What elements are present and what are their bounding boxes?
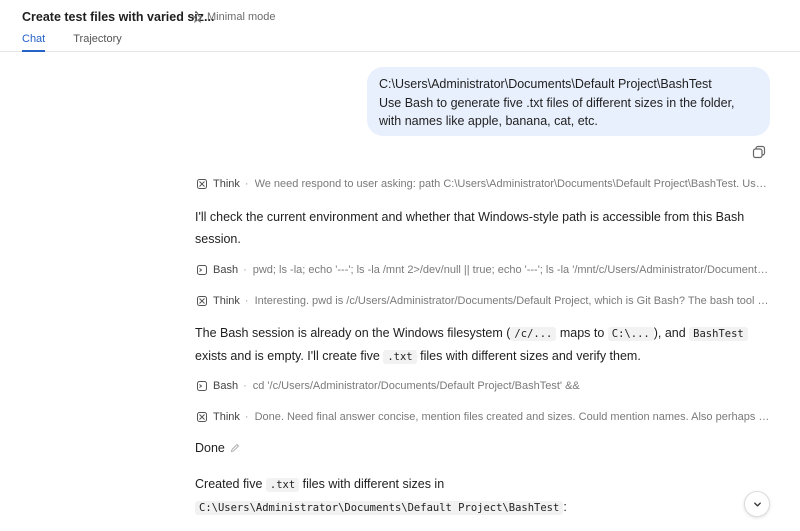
- step-kind: Bash: [213, 380, 239, 392]
- think-icon: [197, 179, 207, 189]
- minimal-mode-label: Minimal mode: [207, 11, 276, 23]
- copy-icon[interactable]: [752, 145, 766, 159]
- step-summary: cd '/c/Users/Administrator/Documents/Def…: [252, 380, 580, 392]
- done-label: Done: [195, 441, 225, 455]
- inline-code: BashTest: [689, 327, 748, 341]
- think-step[interactable]: Think · Done. Need final answer concise,…: [196, 411, 770, 423]
- chevron-down-icon: [753, 501, 761, 507]
- step-kind: Bash: [213, 264, 239, 276]
- conversation-title: Create test files with varied siz...: [22, 10, 215, 24]
- user-message-path: C:\Users\Administrator\Documents\Default…: [379, 77, 712, 91]
- step-summary: Interesting. pwd is /c/Users/Administrat…: [254, 295, 770, 307]
- step-kind: Think: [213, 411, 240, 423]
- think-step[interactable]: Think · Interesting. pwd is /c/Users/Adm…: [196, 295, 770, 307]
- user-message-text: Use Bash to generate five .txt files of …: [379, 95, 735, 129]
- tab-trajectory[interactable]: Trajectory: [73, 33, 122, 52]
- scroll-to-bottom-button[interactable]: [744, 491, 770, 517]
- inline-code: .txt: [383, 350, 417, 364]
- pencil-icon[interactable]: [230, 443, 240, 453]
- minimal-mode-toggle[interactable]: Minimal mode: [192, 11, 275, 23]
- inline-code: .txt: [265, 478, 300, 492]
- terminal-icon: [197, 265, 207, 275]
- sparkle-icon: [192, 11, 203, 23]
- done-status: Done: [195, 441, 240, 455]
- think-step[interactable]: Think · We need respond to user asking: …: [196, 178, 770, 190]
- chat-header: Create test files with varied siz... Min…: [0, 0, 800, 52]
- inline-code: C:\Users\Administrator\Documents\Default…: [195, 501, 564, 515]
- step-kind: Think: [213, 295, 240, 307]
- bash-step[interactable]: Bash · cd '/c/Users/Administrator/Docume…: [196, 380, 770, 392]
- inline-code: C:\...: [607, 327, 654, 341]
- assistant-paragraph: The Bash session is already on the Windo…: [195, 322, 775, 368]
- step-summary: We need respond to user asking: path C:\…: [254, 178, 770, 190]
- step-summary: Done. Need final answer concise, mention…: [254, 411, 770, 423]
- step-summary: pwd; ls -la; echo '---'; ls -la /mnt 2>/…: [252, 264, 770, 276]
- think-icon: [197, 412, 207, 422]
- step-kind: Think: [213, 178, 240, 190]
- assistant-final-paragraph: Created five .txt files with different s…: [195, 477, 567, 515]
- tab-chat[interactable]: Chat: [22, 33, 46, 52]
- assistant-paragraph: I'll check the current environment and w…: [195, 210, 745, 246]
- terminal-icon: [197, 381, 207, 391]
- inline-code: /c/...: [510, 327, 557, 341]
- tab-bar: Chat Trajectory: [22, 33, 122, 52]
- bash-step[interactable]: Bash · pwd; ls -la; echo '---'; ls -la /…: [196, 264, 770, 276]
- user-message-bubble: C:\Users\Administrator\Documents\Default…: [367, 67, 770, 136]
- think-icon: [197, 296, 207, 306]
